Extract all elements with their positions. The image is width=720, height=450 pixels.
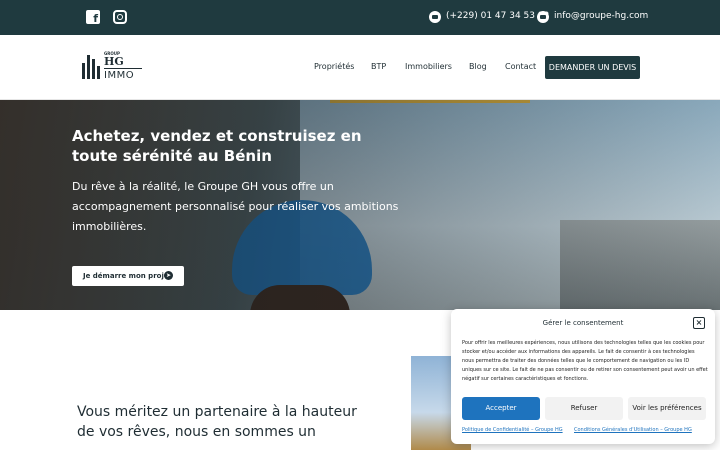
consent-text: Pour offrir les meilleures expériences, …: [462, 340, 708, 382]
preferences-button[interactable]: Voir les préférences: [628, 397, 706, 420]
logo-immo-text: IMMO: [104, 70, 135, 81]
logo[interactable]: GROUP HG IMMO: [80, 51, 144, 85]
logo-building-icon: [82, 63, 85, 79]
logo-building-icon: [97, 66, 100, 79]
close-icon[interactable]: ×: [693, 317, 705, 329]
privacy-policy-link[interactable]: Politique de Confidentialité – Groupe HG: [462, 427, 563, 433]
terms-link[interactable]: Conditions Générales d'Utilisation – Gro…: [574, 427, 692, 433]
consent-dialog: Gérer le consentement × Pour offrir les …: [451, 309, 715, 444]
logo-building-icon: [92, 59, 95, 79]
phone-number[interactable]: (+229) 01 47 34 53 92: [446, 11, 549, 21]
refuse-button[interactable]: Refuser: [545, 397, 623, 420]
instagram-icon[interactable]: [113, 10, 127, 24]
nav-item-immobiliers[interactable]: Immobiliers: [405, 62, 452, 71]
top-bar: f (+229) 01 47 34 53 92 info@groupe-hg.c…: [0, 0, 720, 35]
start-project-button[interactable]: Je démarre mon projet ➤: [72, 266, 184, 286]
accept-button[interactable]: Accepter: [462, 397, 540, 420]
logo-building-icon: [87, 55, 90, 79]
mail-icon: [537, 11, 549, 23]
arrow-right-icon: ➤: [164, 271, 173, 280]
facebook-icon[interactable]: f: [86, 10, 100, 25]
nav-item-blog[interactable]: Blog: [469, 62, 487, 71]
hero-subtitle: Du rêve à la réalité, le Groupe GH vous …: [72, 180, 399, 233]
request-quote-button[interactable]: DEMANDER UN DEVIS: [545, 56, 640, 79]
section-tagline: Vous méritez un partenaire à la hauteur …: [77, 404, 357, 440]
nav-item-btp[interactable]: BTP: [371, 62, 386, 71]
phone-icon: [429, 11, 441, 23]
email-address[interactable]: info@groupe-hg.com: [554, 11, 648, 21]
nav-item-proprietes[interactable]: Propriétés: [314, 62, 354, 71]
start-project-label: Je démarre mon projet: [83, 272, 172, 280]
consent-title: Gérer le consentement: [542, 319, 624, 327]
nav-item-contact[interactable]: Contact: [505, 62, 536, 71]
site-header: GROUP HG IMMO Propriétés BTP Immobiliers…: [0, 35, 720, 100]
logo-hg-text: HG: [104, 55, 124, 68]
logo-divider: [104, 68, 142, 69]
hero-title: Achetez, vendez et construisez en toute …: [72, 127, 362, 165]
hero-banner: Achetez, vendez et construisez en toute …: [0, 100, 720, 310]
